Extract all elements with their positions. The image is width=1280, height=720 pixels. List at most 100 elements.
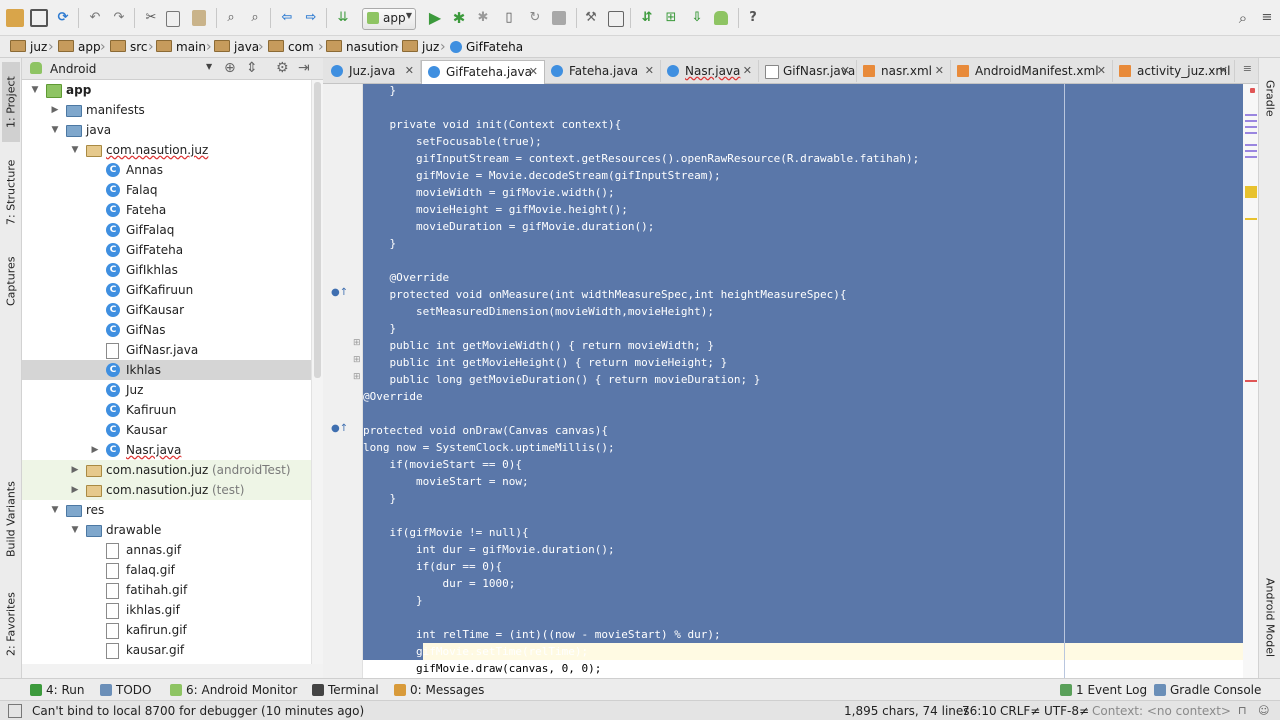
inspector-icon[interactable]: ☺	[1258, 703, 1269, 719]
code-line[interactable]: public int getMovieWidth() { return movi…	[363, 337, 714, 354]
attach-debugger-icon[interactable]: ✱	[474, 9, 492, 27]
code-line[interactable]: }	[363, 84, 396, 99]
tree-row[interactable]: annas.gif	[22, 540, 311, 560]
run-tests-icon[interactable]: ▯	[500, 9, 518, 27]
chevron-right-icon[interactable]: ▶	[70, 460, 80, 480]
chevron-down-icon[interactable]: ▼	[30, 80, 40, 100]
tool-tab-gradle[interactable]: Gradle	[1261, 68, 1279, 128]
bottom-tool-tab[interactable]: 4: Run	[30, 682, 85, 698]
tree-row[interactable]: C GifFateha	[22, 240, 311, 260]
code-editor[interactable]: } private void init(Context context){ se…	[363, 84, 1257, 678]
chevron-right-icon[interactable]: ▶	[90, 440, 100, 460]
lock-icon[interactable]: ⊓	[1238, 703, 1247, 719]
breadcrumb-item[interactable]: juz	[402, 39, 439, 55]
tree-row[interactable]: kafirun.gif	[22, 620, 311, 640]
tree-row[interactable]: C Annas	[22, 160, 311, 180]
tree-row[interactable]: ▶ com.nasution.juz (androidTest)	[22, 460, 311, 480]
copy-icon[interactable]	[166, 11, 180, 27]
code-line[interactable]: long now = SystemClock.uptimeMillis();	[363, 439, 615, 456]
close-icon[interactable]: ✕	[529, 61, 538, 83]
tree-row[interactable]: ▼ java	[22, 120, 311, 140]
bottom-tool-tab[interactable]: 6: Android Monitor	[170, 682, 297, 698]
code-line[interactable]: @Override	[363, 388, 423, 405]
tree-row[interactable]: C Fateha	[22, 200, 311, 220]
sync-icon[interactable]: ⟳	[54, 9, 72, 27]
code-line[interactable]: protected void onDraw(Canvas canvas){	[363, 422, 608, 439]
bottom-tool-tab[interactable]: 0: Messages	[394, 682, 484, 698]
editor-tab[interactable]: GifFateha.java ✕	[421, 60, 545, 84]
save-icon[interactable]	[30, 9, 48, 27]
tree-row[interactable]: C GifIkhlas	[22, 260, 311, 280]
tree-row[interactable]: C Ikhlas	[22, 360, 311, 380]
avd-manager-icon[interactable]	[608, 11, 624, 27]
fold-icon[interactable]: ⊞	[353, 355, 361, 365]
editor-tab[interactable]: nasr.xml ✕	[857, 60, 951, 82]
code-line[interactable]: if(gifMovie != null){	[363, 524, 528, 541]
code-line[interactable]: if(dur == 0){	[363, 558, 502, 575]
tool-tab-favorites[interactable]: 2: Favorites	[2, 584, 20, 664]
toggle-tool-windows-icon[interactable]	[8, 704, 22, 718]
breadcrumb-item[interactable]: main	[156, 39, 206, 55]
code-line[interactable]: movieWidth = gifMovie.width();	[363, 184, 615, 201]
code-line[interactable]: int dur = gifMovie.duration();	[363, 541, 615, 558]
override-marker-icon[interactable]: ●↑	[331, 287, 348, 298]
tree-row[interactable]: ▶ com.nasution.juz (test)	[22, 480, 311, 500]
gradle-sync-icon[interactable]: ⇵	[638, 9, 656, 27]
close-icon[interactable]: ✕	[841, 60, 850, 82]
close-icon[interactable]: ✕	[645, 60, 654, 82]
breadcrumb-item[interactable]: src	[110, 39, 148, 55]
help-icon[interactable]: ?	[744, 9, 762, 27]
code-line[interactable]: public long getMovieDuration() { return …	[363, 371, 760, 388]
code-line[interactable]: }	[363, 320, 396, 337]
tree-row[interactable]: ▶ manifests	[22, 100, 311, 120]
editor-tab[interactable]: Juz.java ✕	[325, 60, 421, 82]
file-encoding[interactable]: UTF-8≠	[1044, 703, 1089, 719]
code-line[interactable]: movieHeight = gifMovie.height();	[363, 201, 628, 218]
tree-row[interactable]: C Juz	[22, 380, 311, 400]
cut-icon[interactable]: ✂	[142, 9, 160, 27]
chevron-down-icon[interactable]: ▼	[50, 120, 60, 140]
code-line[interactable]: public int getMovieHeight() { return mov…	[363, 354, 727, 371]
run-icon[interactable]: ▶	[426, 9, 444, 27]
code-line[interactable]: if(movieStart == 0){	[363, 456, 521, 473]
tool-tab-captures[interactable]: Captures	[2, 246, 20, 316]
tree-row[interactable]: C GifFalaq	[22, 220, 311, 240]
tree-row[interactable]: ▼ app	[22, 80, 311, 100]
stop-icon[interactable]	[552, 11, 566, 25]
bottom-tool-tab[interactable]: Terminal	[312, 682, 379, 698]
tool-tab-android-model[interactable]: Android Model	[1261, 568, 1279, 668]
chevron-down-icon[interactable]: ▼	[70, 140, 80, 160]
redo-icon[interactable]: ↷	[110, 9, 128, 27]
code-line[interactable]: movieStart = now;	[363, 473, 529, 490]
code-line[interactable]: protected void onMeasure(int widthMeasur…	[363, 286, 846, 303]
scroll-from-source-icon[interactable]: ⊕	[224, 60, 236, 76]
caret-position[interactable]: 76:10	[962, 703, 997, 719]
project-tree-scrollbar[interactable]	[311, 80, 323, 664]
close-icon[interactable]: ✕	[1219, 60, 1228, 82]
close-icon[interactable]: ✕	[743, 60, 752, 82]
editor-tab[interactable]: AndroidManifest.xml ✕	[951, 60, 1113, 82]
chevron-down-icon[interactable]: ▼	[50, 500, 60, 520]
code-line[interactable]: setFocusable(true);	[363, 133, 542, 150]
breadcrumb-item[interactable]: java	[214, 39, 259, 55]
run-configuration-select[interactable]: app ▼	[362, 8, 416, 30]
code-line[interactable]: }	[363, 235, 396, 252]
editor-scrollbar[interactable]	[1243, 84, 1258, 678]
chevron-right-icon[interactable]: ▶	[70, 480, 80, 500]
fold-icon[interactable]: ⊞	[353, 338, 361, 348]
tree-row[interactable]: ▼ drawable	[22, 520, 311, 540]
tool-tab-structure[interactable]: 7: Structure	[2, 150, 20, 234]
tree-row[interactable]: ▶ C Nasr.java	[22, 440, 311, 460]
device-monitor-icon[interactable]: ⊞	[662, 9, 680, 27]
code-line[interactable]: int relTime = (int)((now - movieStart) %…	[363, 626, 721, 643]
editor-tab[interactable]: Fateha.java ✕	[545, 60, 661, 82]
tree-row[interactable]: C GifNas	[22, 320, 311, 340]
back-icon[interactable]: ⇦	[278, 9, 296, 27]
close-icon[interactable]: ✕	[935, 60, 944, 82]
editor-tab[interactable]: GifNasr.java ✕	[759, 60, 857, 82]
code-line[interactable]: gifInputStream = context.getResources().…	[363, 150, 919, 167]
code-line[interactable]: gifMovie.setTime(relTime);	[363, 643, 588, 660]
chevron-down-icon[interactable]: ▼	[206, 62, 212, 71]
tree-row[interactable]: C GifKafiruun	[22, 280, 311, 300]
code-line[interactable]: }	[363, 592, 423, 609]
